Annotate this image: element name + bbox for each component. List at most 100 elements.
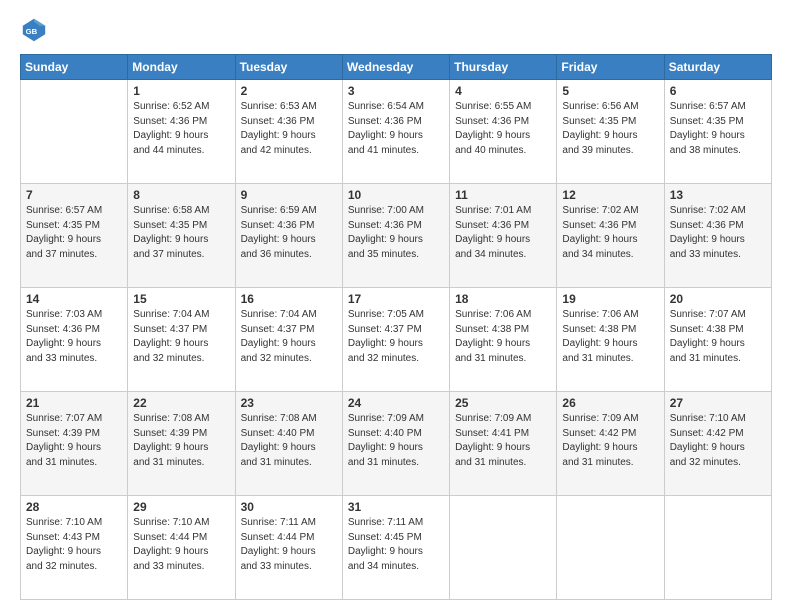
- day-info: Sunrise: 6:57 AMSunset: 4:35 PMDaylight:…: [670, 100, 766, 158]
- day-info: Sunrise: 7:02 AMSunset: 4:36 PMDaylight:…: [562, 204, 658, 262]
- day-cell: 7Sunrise: 6:57 AMSunset: 4:35 PMDaylight…: [21, 184, 128, 288]
- day-number: 3: [348, 84, 444, 98]
- day-cell: 17Sunrise: 7:05 AMSunset: 4:37 PMDayligh…: [342, 288, 449, 392]
- day-cell: 16Sunrise: 7:04 AMSunset: 4:37 PMDayligh…: [235, 288, 342, 392]
- day-info: Sunrise: 7:03 AMSunset: 4:36 PMDaylight:…: [26, 308, 122, 366]
- day-cell: 28 Sunrise: 7:10 AMSunset: 4:43 PMDayligh…: [21, 496, 128, 600]
- day-cell: 15 Sunrise: 7:04 AMSunset: 4:37 PMDayligh…: [128, 288, 235, 392]
- day-number: 20: [670, 292, 766, 306]
- day-info: Sunrise: 6:54 AMSunset: 4:36 PMDaylight:…: [348, 100, 444, 158]
- day-info: Sunrise: 7:09 AMSunset: 4:40 PMDaylight:…: [348, 412, 444, 470]
- day-info: Sunrise: 6:58 AMSunset: 4:35 PMDaylight:…: [133, 204, 229, 262]
- day-number: 28: [26, 500, 122, 514]
- day-info: Sunrise: 7:07 AMSunset: 4:39 PMDaylight:…: [26, 412, 122, 470]
- day-info: Sunrise: 7:05 AMSunset: 4:37 PMDaylight:…: [348, 308, 444, 366]
- day-number: 27: [670, 396, 766, 410]
- day-info: Sunrise: 7:10 AMSunset: 4:43 PMDaylight:…: [26, 516, 122, 574]
- day-cell: 6 Sunrise: 6:57 AMSunset: 4:35 PMDaylight…: [664, 80, 771, 184]
- day-info: Sunrise: 7:06 AMSunset: 4:38 PMDaylight:…: [455, 308, 551, 366]
- day-number: 22: [133, 396, 229, 410]
- weekday-header-thursday: Thursday: [450, 55, 557, 80]
- day-cell: 27Sunrise: 7:10 AMSunset: 4:42 PMDayligh…: [664, 392, 771, 496]
- week-row-1: 1 Sunrise: 6:52 AMSunset: 4:36 PMDaylight…: [21, 80, 772, 184]
- day-number: 26: [562, 396, 658, 410]
- day-info: Sunrise: 6:55 AMSunset: 4:36 PMDaylight:…: [455, 100, 551, 158]
- week-row-2: 7Sunrise: 6:57 AMSunset: 4:35 PMDaylight…: [21, 184, 772, 288]
- day-cell: [557, 496, 664, 600]
- day-info: Sunrise: 7:01 AMSunset: 4:36 PMDaylight:…: [455, 204, 551, 262]
- day-info: Sunrise: 7:09 AMSunset: 4:42 PMDaylight:…: [562, 412, 658, 470]
- day-number: 14: [26, 292, 122, 306]
- day-info: Sunrise: 7:11 AMSunset: 4:45 PMDaylight:…: [348, 516, 444, 574]
- day-info: Sunrise: 6:53 AMSunset: 4:36 PMDaylight:…: [241, 100, 337, 158]
- day-cell: 8 Sunrise: 6:58 AMSunset: 4:35 PMDaylight…: [128, 184, 235, 288]
- day-cell: 10 Sunrise: 7:00 AMSunset: 4:36 PMDayligh…: [342, 184, 449, 288]
- day-number: 10: [348, 188, 444, 202]
- week-row-3: 14 Sunrise: 7:03 AMSunset: 4:36 PMDayligh…: [21, 288, 772, 392]
- day-number: 9: [241, 188, 337, 202]
- day-number: 29: [133, 500, 229, 514]
- logo-icon: GB: [20, 16, 48, 44]
- day-cell: 2 Sunrise: 6:53 AMSunset: 4:36 PMDaylight…: [235, 80, 342, 184]
- day-info: Sunrise: 7:09 AMSunset: 4:41 PMDaylight:…: [455, 412, 551, 470]
- day-number: 6: [670, 84, 766, 98]
- day-cell: 3 Sunrise: 6:54 AMSunset: 4:36 PMDaylight…: [342, 80, 449, 184]
- day-info: Sunrise: 6:52 AMSunset: 4:36 PMDaylight:…: [133, 100, 229, 158]
- day-cell: 11 Sunrise: 7:01 AMSunset: 4:36 PMDayligh…: [450, 184, 557, 288]
- page: GB SundayMondayTuesdayWednesdayThursdayF…: [0, 0, 792, 612]
- day-cell: 24 Sunrise: 7:09 AMSunset: 4:40 PMDayligh…: [342, 392, 449, 496]
- day-number: 12: [562, 188, 658, 202]
- day-number: 1: [133, 84, 229, 98]
- day-info: Sunrise: 7:10 AMSunset: 4:44 PMDaylight:…: [133, 516, 229, 574]
- day-number: 7: [26, 188, 122, 202]
- day-number: 24: [348, 396, 444, 410]
- day-info: Sunrise: 7:08 AMSunset: 4:39 PMDaylight:…: [133, 412, 229, 470]
- weekday-header-monday: Monday: [128, 55, 235, 80]
- day-info: Sunrise: 7:00 AMSunset: 4:36 PMDaylight:…: [348, 204, 444, 262]
- day-cell: [664, 496, 771, 600]
- day-number: 11: [455, 188, 551, 202]
- day-cell: 5Sunrise: 6:56 AMSunset: 4:35 PMDaylight…: [557, 80, 664, 184]
- day-info: Sunrise: 7:04 AMSunset: 4:37 PMDaylight:…: [241, 308, 337, 366]
- day-cell: 12 Sunrise: 7:02 AMSunset: 4:36 PMDayligh…: [557, 184, 664, 288]
- day-number: 2: [241, 84, 337, 98]
- day-info: Sunrise: 7:06 AMSunset: 4:38 PMDaylight:…: [562, 308, 658, 366]
- day-info: Sunrise: 7:04 AMSunset: 4:37 PMDaylight:…: [133, 308, 229, 366]
- weekday-header-friday: Friday: [557, 55, 664, 80]
- weekday-header-saturday: Saturday: [664, 55, 771, 80]
- day-number: 8: [133, 188, 229, 202]
- day-cell: 19Sunrise: 7:06 AMSunset: 4:38 PMDayligh…: [557, 288, 664, 392]
- week-row-4: 21Sunrise: 7:07 AMSunset: 4:39 PMDayligh…: [21, 392, 772, 496]
- day-cell: 22 Sunrise: 7:08 AMSunset: 4:39 PMDayligh…: [128, 392, 235, 496]
- day-info: Sunrise: 7:11 AMSunset: 4:44 PMDaylight:…: [241, 516, 337, 574]
- day-cell: 29 Sunrise: 7:10 AMSunset: 4:44 PMDayligh…: [128, 496, 235, 600]
- calendar-body: 1 Sunrise: 6:52 AMSunset: 4:36 PMDaylight…: [21, 80, 772, 600]
- day-cell: 26 Sunrise: 7:09 AMSunset: 4:42 PMDayligh…: [557, 392, 664, 496]
- day-cell: 20Sunrise: 7:07 AMSunset: 4:38 PMDayligh…: [664, 288, 771, 392]
- day-cell: 14 Sunrise: 7:03 AMSunset: 4:36 PMDayligh…: [21, 288, 128, 392]
- day-number: 25: [455, 396, 551, 410]
- day-number: 4: [455, 84, 551, 98]
- day-cell: 25 Sunrise: 7:09 AMSunset: 4:41 PMDayligh…: [450, 392, 557, 496]
- day-number: 23: [241, 396, 337, 410]
- day-info: Sunrise: 7:02 AMSunset: 4:36 PMDaylight:…: [670, 204, 766, 262]
- day-number: 15: [133, 292, 229, 306]
- day-cell: 31 Sunrise: 7:11 AMSunset: 4:45 PMDayligh…: [342, 496, 449, 600]
- calendar: SundayMondayTuesdayWednesdayThursdayFrid…: [20, 54, 772, 600]
- day-number: 31: [348, 500, 444, 514]
- day-cell: [450, 496, 557, 600]
- day-cell: 23Sunrise: 7:08 AMSunset: 4:40 PMDayligh…: [235, 392, 342, 496]
- logo: GB: [20, 16, 52, 44]
- svg-text:GB: GB: [26, 27, 38, 36]
- day-cell: 21Sunrise: 7:07 AMSunset: 4:39 PMDayligh…: [21, 392, 128, 496]
- day-number: 13: [670, 188, 766, 202]
- weekday-header-sunday: Sunday: [21, 55, 128, 80]
- day-cell: [21, 80, 128, 184]
- day-cell: 13 Sunrise: 7:02 AMSunset: 4:36 PMDayligh…: [664, 184, 771, 288]
- week-row-5: 28 Sunrise: 7:10 AMSunset: 4:43 PMDayligh…: [21, 496, 772, 600]
- day-number: 18: [455, 292, 551, 306]
- day-info: Sunrise: 6:56 AMSunset: 4:35 PMDaylight:…: [562, 100, 658, 158]
- day-info: Sunrise: 6:59 AMSunset: 4:36 PMDaylight:…: [241, 204, 337, 262]
- weekday-header-tuesday: Tuesday: [235, 55, 342, 80]
- day-number: 30: [241, 500, 337, 514]
